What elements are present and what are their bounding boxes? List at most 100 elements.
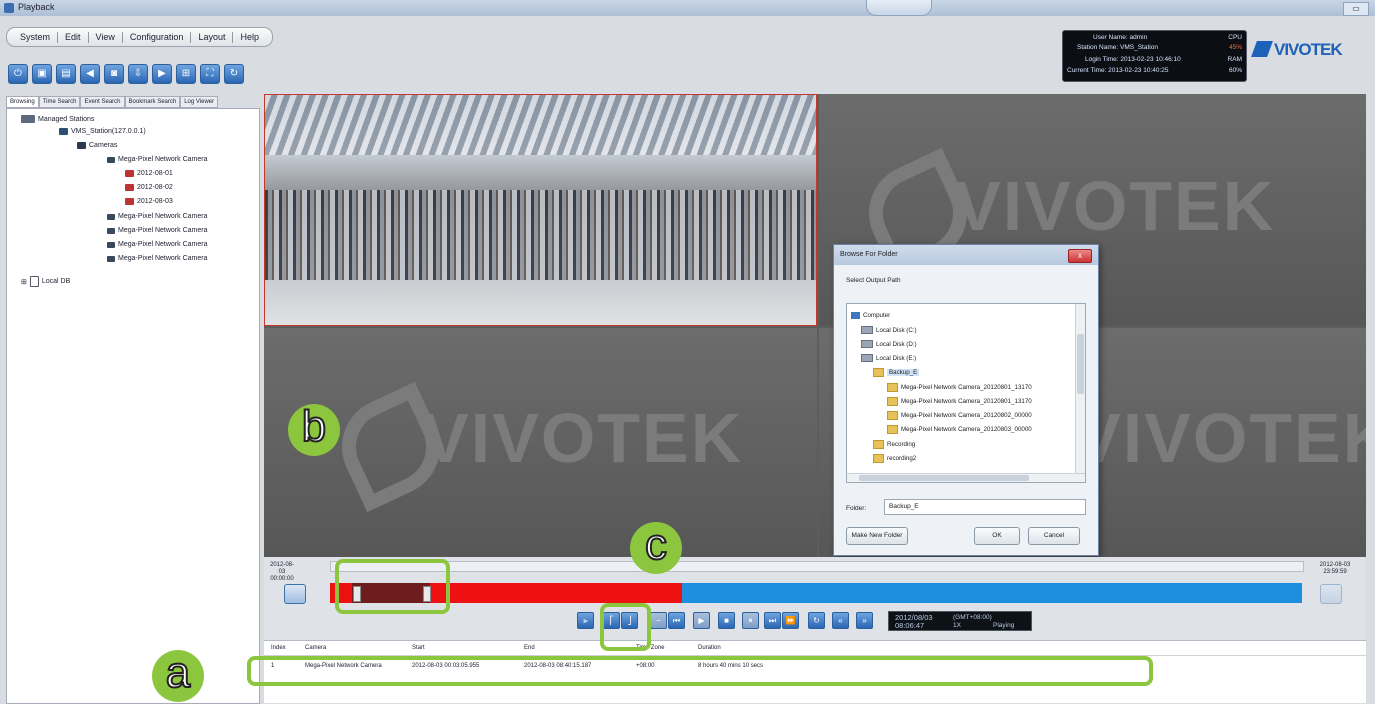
folder-drive-d[interactable]: Local Disk (D:) <box>861 340 917 348</box>
export-icon[interactable]: ⇩ <box>128 64 148 84</box>
app-icon <box>4 3 14 13</box>
menu-layout[interactable]: Layout <box>191 31 234 43</box>
tree-local-db[interactable]: ⊞ Local DB <box>21 276 70 287</box>
save-icon[interactable]: ▤ <box>56 64 76 84</box>
folder-tree: Computer Local Disk (C:) Local Disk (D:)… <box>846 303 1086 483</box>
scroll-thumb[interactable] <box>859 475 1029 481</box>
folder-tree-hscroll[interactable] <box>847 473 1085 482</box>
col-index[interactable]: Index <box>271 645 286 651</box>
server-icon <box>21 115 35 123</box>
browsing-tree-panel: Managed Stations VMS_Station(127.0.0.1) … <box>6 108 260 704</box>
folder-label: Mega-Pixel Network Camera_20120803_00000 <box>901 426 1032 433</box>
tree-camera-c[interactable]: Mega-Pixel Network Camera <box>107 241 207 248</box>
highlight-a-row <box>247 656 1153 686</box>
pause-icon[interactable]: ⏸ <box>742 612 759 629</box>
folder-recording[interactable]: Recording <box>873 440 915 449</box>
loop-icon[interactable]: ↻ <box>808 612 825 629</box>
panel-toggle-handle[interactable] <box>866 0 932 16</box>
layout-icon[interactable]: ⊞ <box>176 64 196 84</box>
expand-icon[interactable]: ⊞ <box>21 278 27 286</box>
tab-event-search[interactable]: Event Search <box>80 96 125 108</box>
make-new-folder-button[interactable]: Make New Folder <box>846 527 908 545</box>
menu-bar: System Edit View Configuration Layout He… <box>6 27 273 47</box>
scroll-thumb[interactable] <box>1077 334 1084 394</box>
tree-label: 2012-08-01 <box>137 170 173 177</box>
col-end[interactable]: End <box>524 645 535 651</box>
menu-help[interactable]: Help <box>233 32 266 43</box>
folder-drive-e[interactable]: Local Disk (E:) <box>861 354 916 362</box>
zoom-out-icon[interactable] <box>284 584 306 604</box>
tree-camera-b[interactable]: Mega-Pixel Network Camera <box>107 227 207 234</box>
tree-recording-1[interactable]: 2012-08-01 <box>125 170 173 177</box>
folder-item-4[interactable]: Mega-Pixel Network Camera_20120803_00000 <box>887 425 1032 434</box>
tree-managed-stations[interactable]: Managed Stations <box>21 115 94 123</box>
folder-label: Folder: <box>846 505 867 512</box>
tree-station[interactable]: VMS_Station(127.0.0.1) <box>59 128 146 135</box>
prev-frame-icon[interactable]: ⏮ <box>668 612 685 629</box>
col-start[interactable]: Start <box>412 645 425 651</box>
terminal-roof <box>265 95 816 155</box>
timeline-empty-segment[interactable] <box>682 583 1302 603</box>
dialog-close-button[interactable]: x <box>1068 249 1092 263</box>
menu-system[interactable]: System <box>13 31 59 43</box>
monitor-icon[interactable]: ▣ <box>32 64 52 84</box>
tab-log-viewer[interactable]: Log Viewer <box>180 96 219 108</box>
menu-edit[interactable]: Edit <box>58 31 89 43</box>
menu-configuration[interactable]: Configuration <box>123 31 192 43</box>
cancel-button[interactable]: Cancel <box>1028 527 1080 545</box>
fullscreen-icon[interactable]: ⛶ <box>200 64 220 84</box>
folder-label: Local Disk (E:) <box>876 354 917 362</box>
forward-icon[interactable]: » <box>856 612 873 629</box>
next-frame-icon[interactable]: ⏭ <box>764 612 781 629</box>
tree-label: 2012-08-03 <box>137 198 173 205</box>
power-icon[interactable]: ⏻ <box>8 64 28 84</box>
folder-label: Mega-Pixel Network Camera_20120801_13170 <box>901 398 1032 405</box>
drive-icon <box>861 326 873 334</box>
next-record-icon[interactable]: ⏩ <box>782 612 799 629</box>
slower-icon[interactable]: − <box>650 612 667 629</box>
tab-bookmark-search[interactable]: Bookmark Search <box>124 96 181 108</box>
menu-view[interactable]: View <box>89 31 123 43</box>
camera-icon[interactable]: ▶ <box>152 64 172 84</box>
window-title: Playback <box>18 2 55 12</box>
video-cell-1[interactable] <box>264 94 817 326</box>
tree-camera-a[interactable]: Mega-Pixel Network Camera <box>107 213 207 220</box>
folder-label: Local Disk (C:) <box>876 326 917 334</box>
calendar-icon <box>125 198 134 205</box>
col-camera[interactable]: Camera <box>305 645 326 651</box>
tab-browsing[interactable]: Browsing <box>6 96 39 108</box>
dialog-title: Browse For Folder <box>834 245 1098 265</box>
stop-icon[interactable]: ■ <box>718 612 735 629</box>
folder-tree-vscroll[interactable] <box>1075 304 1085 482</box>
folder-item-2[interactable]: Mega-Pixel Network Camera_20120801_13170 <box>887 397 1032 406</box>
folder-recording2[interactable]: recording2 <box>873 454 916 463</box>
folder-icon <box>873 368 884 377</box>
folder-drive-c[interactable]: Local Disk (C:) <box>861 326 917 334</box>
annotation-c: c <box>630 521 682 574</box>
rewind-icon[interactable]: « <box>832 612 849 629</box>
audio-icon[interactable]: ◀ <box>80 64 100 84</box>
tree-camera-d[interactable]: Mega-Pixel Network Camera <box>107 255 207 262</box>
snapshot-icon[interactable]: ◙ <box>104 64 124 84</box>
folder-input[interactable]: Backup_E <box>884 499 1086 515</box>
folder-item-1[interactable]: Mega-Pixel Network Camera_20120801_13170 <box>887 383 1032 392</box>
folder-label: recording2 <box>887 455 917 462</box>
tree-recording-3[interactable]: 2012-08-03 <box>125 198 173 205</box>
ok-button[interactable]: OK <box>974 527 1020 545</box>
tab-time-search[interactable]: Time Search <box>38 96 81 108</box>
tree-recording-2[interactable]: 2012-08-02 <box>125 184 173 191</box>
play-icon[interactable]: ▶ <box>693 612 710 629</box>
folder-backup[interactable]: Backup_E <box>873 368 920 377</box>
folder-item-3[interactable]: Mega-Pixel Network Camera_20120802_00000 <box>887 411 1032 420</box>
restore-window-button[interactable]: ▭ <box>1343 2 1369 16</box>
folder-computer[interactable]: Computer <box>851 312 890 319</box>
timeline-ruler[interactable] <box>330 561 1304 572</box>
tree-cameras[interactable]: Cameras <box>77 142 117 149</box>
tree-camera-main[interactable]: Mega-Pixel Network Camera <box>107 156 207 163</box>
col-duration[interactable]: Duration <box>698 645 721 651</box>
zoom-in-icon[interactable] <box>1320 584 1342 604</box>
tree-label: Mega-Pixel Network Camera <box>118 213 208 220</box>
bookmark-icon[interactable]: ⫸ <box>577 612 594 629</box>
video-cell-3[interactable]: VIVOTEK <box>264 328 817 557</box>
refresh-icon[interactable]: ↻ <box>224 64 244 84</box>
